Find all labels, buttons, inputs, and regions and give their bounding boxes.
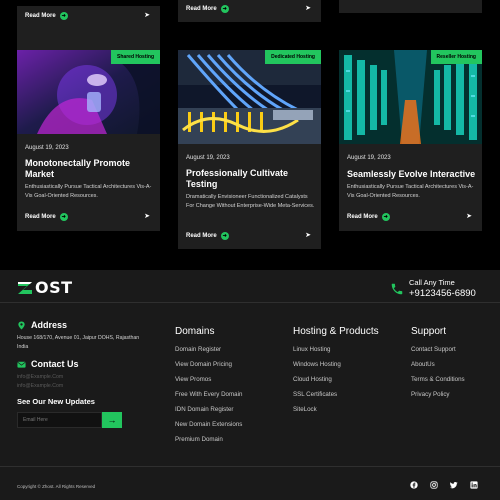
footer-link[interactable]: Linux Hosting: [293, 342, 341, 357]
site-logo[interactable]: OST: [17, 278, 73, 297]
twitter-icon[interactable]: [449, 480, 458, 489]
footer-link[interactable]: AboutUs: [411, 357, 465, 372]
post-description: Enthusiastically Pursue Tactical Archite…: [347, 184, 474, 199]
top-card-1: Read More ➜ ➤: [178, 0, 321, 22]
footer-link[interactable]: SiteLock: [293, 402, 341, 417]
post-date: August 19, 2023: [347, 155, 391, 161]
blog-section: Read More ➜ ➤ Read More ➜ ➤ Shared Hosti…: [0, 0, 500, 270]
arrow-right-icon: ➜: [381, 213, 390, 221]
post-description: Enthusiastically Pursue Tactical Archite…: [25, 184, 152, 199]
category-tag[interactable]: Shared Hosting: [111, 50, 160, 64]
post-title[interactable]: Monotonectally Promote Market: [25, 158, 154, 180]
location-pin-icon: [18, 321, 25, 330]
post-date: August 19, 2023: [25, 145, 69, 151]
footer-bottom-divider: [0, 466, 500, 467]
support-heading: Support: [411, 326, 447, 337]
hosting-heading: Hosting & Products: [293, 326, 379, 337]
post-date: August 19, 2023: [186, 155, 230, 161]
footer-link[interactable]: Windows Hosting: [293, 357, 341, 372]
blog-card-3: Reseller Hosting August 19, 2023 Seamles…: [339, 50, 482, 231]
instagram-icon[interactable]: [429, 480, 438, 489]
card-image: [178, 50, 321, 144]
share-icon[interactable]: ➤: [304, 232, 312, 240]
footer-link[interactable]: Premium Domain: [175, 432, 242, 447]
footer-link[interactable]: Terms & Conditions: [411, 372, 465, 387]
footer-link[interactable]: View Domain Pricing: [175, 357, 242, 372]
call-label: Call Any Time: [409, 278, 455, 287]
footer-divider: [0, 302, 500, 303]
address-line-2: India: [17, 344, 29, 350]
card-image: [339, 50, 482, 144]
call-number[interactable]: +9123456-6890: [409, 288, 476, 299]
mail-icon: [17, 361, 26, 368]
arrow-right-icon: ➜: [59, 213, 68, 221]
footer-link[interactable]: View Promos: [175, 372, 242, 387]
footer-link[interactable]: IDN Domain Register: [175, 402, 242, 417]
share-icon[interactable]: ➤: [465, 213, 473, 221]
arrow-right-icon: ➜: [220, 5, 229, 13]
arrow-right-icon: ➜: [220, 232, 229, 240]
arrow-right-icon: ➜: [59, 12, 68, 20]
share-icon[interactable]: ➤: [143, 12, 151, 20]
phone-icon: [391, 283, 403, 295]
footer-link[interactable]: Contact Support: [411, 342, 465, 357]
footer-link[interactable]: New Domain Extensions: [175, 417, 242, 432]
email-link[interactable]: info@Example.Com: [17, 373, 63, 382]
post-description: Dramatically Envisioneer Functionalized …: [186, 194, 315, 209]
newsletter-submit-button[interactable]: →: [102, 412, 122, 428]
newsletter-email-input[interactable]: Email Here: [17, 412, 102, 428]
blog-card-1: Read More ➜ ➤ Shared Hosting August 19, …: [17, 6, 160, 231]
post-title[interactable]: Professionally Cultivate Testing: [186, 168, 315, 190]
newsletter-heading: See Our New Updates: [17, 397, 95, 406]
read-more-link[interactable]: Read More ➜: [347, 213, 390, 221]
category-tag[interactable]: Reseller Hosting: [430, 50, 482, 64]
share-icon[interactable]: ➤: [143, 213, 151, 221]
top-card-2: [339, 0, 482, 13]
read-more-link[interactable]: Read More ➜: [186, 232, 229, 240]
logo-text: OST: [35, 278, 73, 297]
footer-link[interactable]: Cloud Hosting: [293, 372, 341, 387]
support-links: Contact Support AboutUs Terms & Conditio…: [411, 342, 465, 402]
footer-link[interactable]: SSL Certificates: [293, 387, 341, 402]
share-icon[interactable]: ➤: [304, 5, 312, 13]
footer-link[interactable]: Free With Every Domain: [175, 387, 242, 402]
read-more-link[interactable]: Read More ➜: [25, 12, 68, 20]
category-tag[interactable]: Dedicated Hosting: [265, 50, 321, 64]
blog-card-2: Dedicated Hosting August 19, 2023 Profes…: [178, 50, 321, 249]
copyright-text: Copyright © Zhost. All Rights Reserved: [17, 484, 96, 489]
site-footer: OST Call Any Time +9123456-6890 Address …: [0, 270, 500, 500]
address-heading: Address: [31, 320, 68, 330]
facebook-icon[interactable]: [409, 480, 418, 489]
address-line-1: House 168/170, Avenue 01, Jaipur DOHS, R…: [17, 335, 140, 341]
footer-link[interactable]: Privacy Policy: [411, 387, 465, 402]
contact-heading: Contact Us: [31, 359, 79, 369]
hosting-links: Linux Hosting Windows Hosting Cloud Host…: [293, 342, 341, 417]
logo-mark-icon: [18, 281, 32, 294]
arrow-right-icon: →: [107, 415, 117, 425]
post-title[interactable]: Seamlessly Evolve Interactive: [347, 169, 476, 180]
read-more-link[interactable]: Read More ➜: [186, 5, 229, 13]
footer-link[interactable]: Domain Register: [175, 342, 242, 357]
read-more-link[interactable]: Read More ➜: [25, 213, 68, 221]
linkedin-icon[interactable]: [469, 480, 478, 489]
domains-links: Domain Register View Domain Pricing View…: [175, 342, 242, 447]
domains-heading: Domains: [175, 326, 215, 337]
email-link[interactable]: info@Example.Com: [17, 382, 63, 391]
